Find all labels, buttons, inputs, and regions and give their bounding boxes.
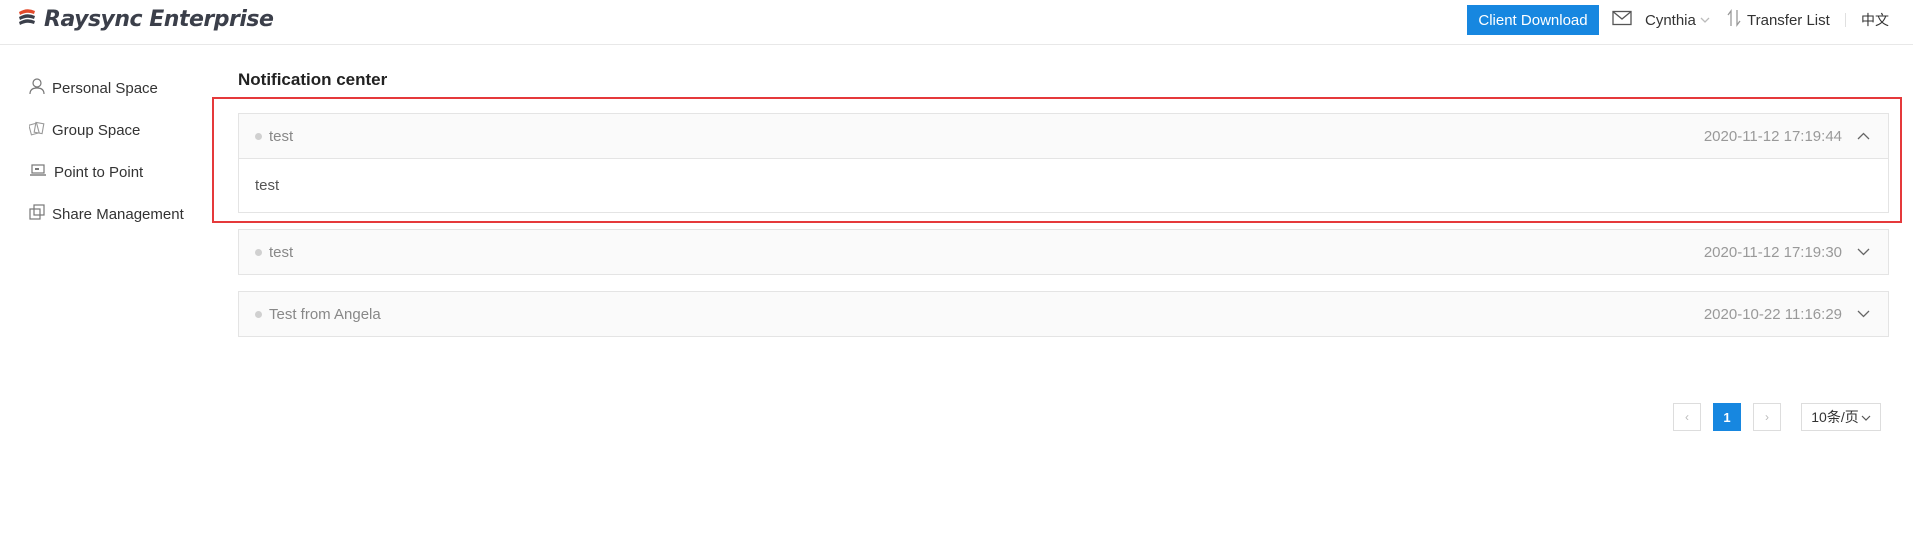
notification-time: 2020-11-12 17:19:44 [1703, 127, 1842, 145]
notification-title: test [269, 243, 294, 261]
chevron-up-icon[interactable] [1854, 127, 1872, 145]
header-divider [1845, 13, 1846, 27]
chevron-down-icon[interactable] [1854, 243, 1872, 261]
notification-header[interactable]: test 2020-11-12 17:19:30 [239, 230, 1888, 274]
page-size-select[interactable]: 10条/页 [1801, 403, 1881, 431]
top-header: Raysync Enterprise Client Download Cynth… [0, 0, 1913, 45]
transfer-icon [1727, 9, 1741, 31]
user-name: Cynthia [1645, 11, 1696, 29]
notification-item: test 2020-11-12 17:19:30 [238, 229, 1889, 275]
brand-name: Raysync Enterprise [44, 6, 274, 32]
notification-header[interactable]: test 2020-11-12 17:19:44 [239, 114, 1888, 158]
chevron-down-icon[interactable] [1854, 305, 1872, 323]
notification-body: test [239, 158, 1888, 212]
client-download-button[interactable]: Client Download [1467, 5, 1599, 35]
user-menu[interactable]: Cynthia [1645, 8, 1710, 32]
sidebar-item-personal-space[interactable]: Personal Space [29, 76, 158, 100]
user-icon [29, 77, 45, 99]
unread-dot-icon [255, 248, 262, 256]
chevron-down-icon [1700, 15, 1710, 27]
notification-item: test 2020-11-12 17:19:44 test [238, 113, 1889, 213]
notification-time: 2020-11-12 17:19:30 [1703, 243, 1842, 261]
share-icon [29, 204, 45, 224]
notification-title: Test from Angela [269, 305, 381, 323]
notification-time: 2020-10-22 11:16:29 [1703, 305, 1842, 323]
page-number-1[interactable]: 1 [1713, 403, 1741, 431]
sidebar-item-point-to-point[interactable]: Point to Point [29, 160, 143, 184]
chevron-down-icon [1861, 409, 1871, 425]
next-page-button[interactable]: › [1753, 403, 1781, 431]
page-title: Notification center [238, 70, 388, 89]
transfer-list-label: Transfer List [1747, 11, 1830, 29]
sidebar-item-label: Share Management [52, 205, 184, 223]
mail-button[interactable] [1610, 8, 1634, 32]
brand-logo[interactable]: Raysync Enterprise [16, 6, 274, 33]
notification-title: test [269, 127, 294, 145]
transfer-list-button[interactable]: Transfer List [1727, 8, 1830, 32]
notification-header[interactable]: Test from Angela 2020-10-22 11:16:29 [239, 292, 1888, 336]
sidebar-item-label: Point to Point [54, 163, 144, 181]
sidebar-item-label: Group Space [52, 121, 141, 139]
page-size-value: 10条/页 [1811, 409, 1859, 425]
language-switch[interactable]: 中文 [1861, 8, 1889, 32]
notification-item: Test from Angela 2020-10-22 11:16:29 [238, 291, 1889, 337]
group-icon [28, 120, 45, 140]
sidebar-item-label: Personal Space [52, 79, 158, 97]
mail-icon [1612, 10, 1632, 30]
prev-page-button[interactable]: ‹ [1673, 403, 1701, 431]
unread-dot-icon [255, 132, 262, 140]
sidebar-item-group-space[interactable]: Group Space [28, 118, 141, 142]
raysync-logo-icon [16, 6, 38, 33]
unread-dot-icon [255, 310, 262, 318]
sidebar-item-share-management[interactable]: Share Management [29, 202, 184, 226]
laptop-icon [29, 163, 47, 181]
